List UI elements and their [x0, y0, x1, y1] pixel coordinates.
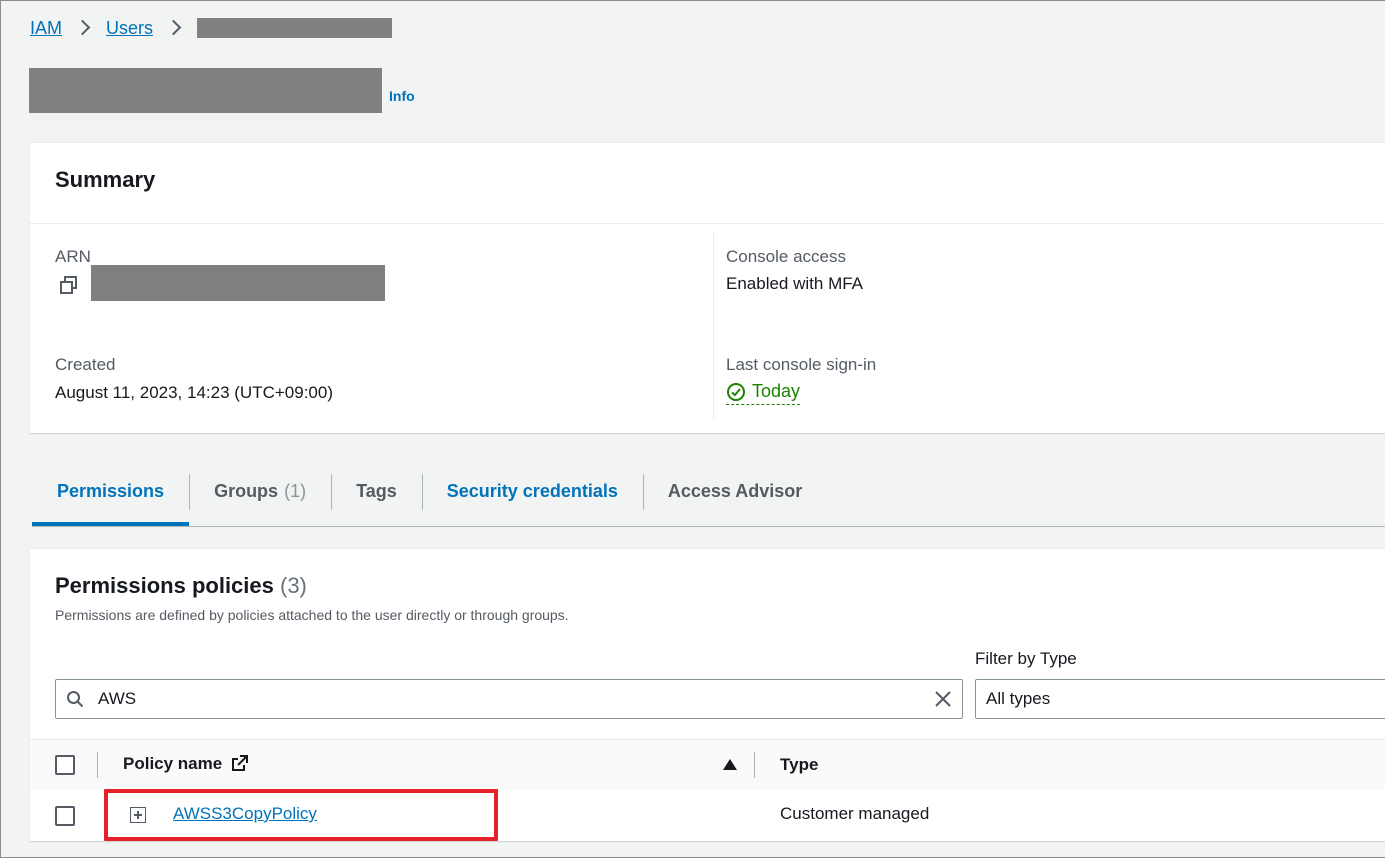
- tab-access-advisor[interactable]: Access Advisor: [642, 472, 827, 510]
- policy-type: Customer managed: [780, 804, 930, 823]
- tab-label: Security credentials: [446, 480, 618, 501]
- column-divider: [754, 752, 755, 778]
- tab-count: (1): [284, 480, 307, 501]
- summary-divider: [713, 231, 714, 419]
- clear-icon[interactable]: [934, 690, 952, 708]
- summary-title: Summary: [55, 167, 156, 192]
- breadcrumb-username-redacted: [197, 18, 393, 38]
- tab-security-credentials[interactable]: Security credentials: [421, 472, 643, 510]
- tab-groups[interactable]: Groups (1): [189, 472, 331, 510]
- tab-permissions[interactable]: Permissions: [32, 472, 190, 526]
- arn-value-redacted: [91, 265, 385, 301]
- last-signin-label: Last console sign-in: [726, 355, 877, 374]
- filter-by-type-label: Filter by Type: [975, 649, 1077, 668]
- breadcrumb-users[interactable]: Users: [106, 18, 153, 39]
- policy-search-input[interactable]: [96, 686, 920, 712]
- tab-label: Access Advisor: [667, 480, 803, 501]
- last-signin-value: Today: [726, 381, 801, 405]
- row-checkbox[interactable]: [55, 806, 75, 826]
- chevron-right-icon: [167, 18, 183, 38]
- external-link-icon: [231, 755, 248, 771]
- tab-label: Tags: [356, 480, 397, 501]
- chevron-right-icon: [76, 18, 92, 38]
- tab-tags[interactable]: Tags: [331, 472, 422, 510]
- policies-count: (3): [280, 573, 307, 598]
- breadcrumb: IAM Users: [30, 16, 393, 40]
- policies-description: Permissions are defined by policies atta…: [55, 607, 569, 623]
- console-access-label: Console access: [726, 247, 847, 266]
- search-icon: [67, 691, 84, 708]
- created-label: Created: [55, 355, 116, 374]
- breadcrumb-iam[interactable]: IAM: [30, 18, 62, 39]
- last-signin-text: Today: [752, 381, 801, 401]
- column-header-policy-name[interactable]: Policy name: [123, 754, 249, 774]
- column-header-type[interactable]: Type: [780, 755, 818, 775]
- policies-title: Permissions policies (3): [55, 573, 307, 599]
- policy-search: [55, 679, 963, 719]
- check-circle-icon: [727, 382, 745, 401]
- arn-label: ARN: [55, 247, 91, 266]
- permissions-policies-panel: Permissions policies (3) Permissions are…: [30, 548, 1385, 841]
- page-title-redacted: [29, 68, 382, 113]
- filter-by-type-value: All types: [986, 689, 1051, 708]
- highlight-box: [104, 789, 498, 841]
- column-divider: [97, 752, 98, 778]
- sort-ascending-icon[interactable]: [723, 759, 737, 770]
- copy-icon[interactable]: [60, 276, 78, 294]
- filter-by-type-select[interactable]: All types: [975, 679, 1385, 719]
- summary-header: Summary: [30, 143, 1385, 224]
- created-value: August 11, 2023, 14:23 (UTC+09:00): [55, 383, 334, 402]
- tab-bar: Permissions Groups (1) Tags Security cre…: [32, 472, 1385, 527]
- select-all-checkbox[interactable]: [55, 755, 75, 775]
- console-access-value: Enabled with MFA: [726, 274, 864, 293]
- tab-label: Permissions: [57, 480, 165, 501]
- tab-label: Groups: [214, 480, 279, 501]
- table-header: Policy name Type: [30, 739, 1385, 791]
- summary-panel: Summary ARN Created August 11, 2023, 14:…: [30, 142, 1385, 433]
- column-header-label: Policy name: [123, 754, 223, 773]
- info-link[interactable]: Info: [389, 88, 415, 104]
- policies-title-text: Permissions policies: [55, 573, 274, 598]
